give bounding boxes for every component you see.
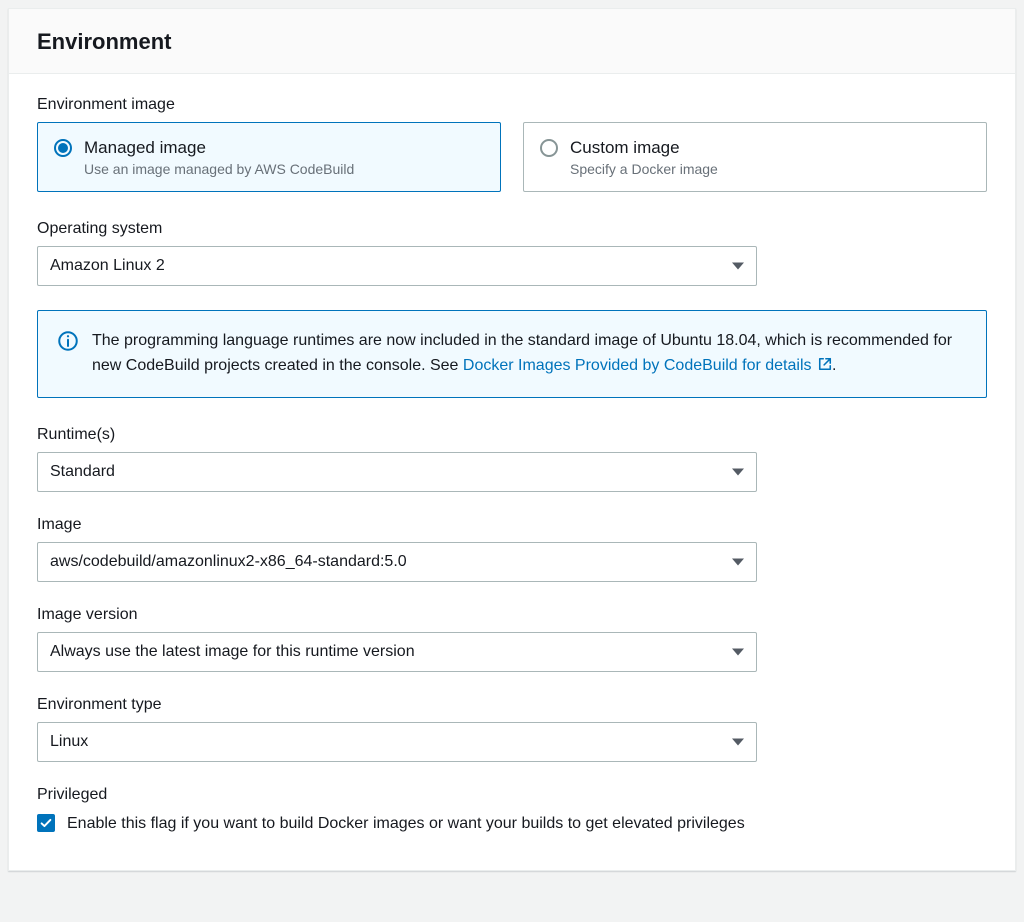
- caret-down-icon: [732, 738, 744, 745]
- image-select[interactable]: aws/codebuild/amazonlinux2-x86_64-standa…: [37, 542, 757, 582]
- operating-system-select[interactable]: Amazon Linux 2: [37, 246, 757, 286]
- environment-image-radios: Managed image Use an image managed by AW…: [37, 122, 987, 192]
- runtime-value: Standard: [50, 463, 115, 481]
- image-label: Image: [37, 516, 987, 534]
- managed-image-desc: Use an image managed by AWS CodeBuild: [84, 161, 354, 177]
- docker-images-link[interactable]: Docker Images Provided by CodeBuild for …: [463, 357, 832, 374]
- radio-unselected-icon: [540, 139, 558, 157]
- runtime-select[interactable]: Standard: [37, 452, 757, 492]
- image-version-group: Image version Always use the latest imag…: [37, 606, 987, 672]
- privileged-group: Privileged Enable this flag if you want …: [37, 786, 987, 836]
- image-version-label: Image version: [37, 606, 987, 624]
- panel-title: Environment: [37, 29, 987, 55]
- environment-type-group: Environment type Linux: [37, 696, 987, 762]
- external-link-icon: [818, 355, 832, 369]
- environment-type-label: Environment type: [37, 696, 987, 714]
- image-group: Image aws/codebuild/amazonlinux2-x86_64-…: [37, 516, 987, 582]
- caret-down-icon: [732, 468, 744, 475]
- caret-down-icon: [732, 263, 744, 270]
- radio-selected-icon: [54, 139, 72, 157]
- image-value: aws/codebuild/amazonlinux2-x86_64-standa…: [50, 553, 407, 571]
- managed-image-title: Managed image: [84, 137, 354, 159]
- info-alert: The programming language runtimes are no…: [37, 310, 987, 398]
- custom-image-desc: Specify a Docker image: [570, 161, 718, 177]
- operating-system-value: Amazon Linux 2: [50, 257, 165, 275]
- operating-system-label: Operating system: [37, 220, 987, 238]
- environment-panel: Environment Environment image Managed im…: [8, 8, 1016, 871]
- privileged-text: Enable this flag if you want to build Do…: [67, 812, 745, 836]
- info-period: .: [832, 357, 836, 374]
- managed-image-radio[interactable]: Managed image Use an image managed by AW…: [37, 122, 501, 192]
- privileged-checkbox[interactable]: [37, 814, 55, 832]
- privileged-label: Privileged: [37, 786, 987, 804]
- operating-system-group: Operating system Amazon Linux 2: [37, 220, 987, 286]
- image-version-select[interactable]: Always use the latest image for this run…: [37, 632, 757, 672]
- caret-down-icon: [732, 558, 744, 565]
- environment-type-select[interactable]: Linux: [37, 722, 757, 762]
- environment-image-group: Environment image Managed image Use an i…: [37, 96, 987, 192]
- environment-image-label: Environment image: [37, 96, 987, 114]
- panel-body: Environment image Managed image Use an i…: [9, 74, 1015, 870]
- runtime-group: Runtime(s) Standard: [37, 426, 987, 492]
- info-icon: [58, 331, 78, 351]
- info-text: The programming language runtimes are no…: [92, 329, 964, 379]
- panel-header: Environment: [9, 9, 1015, 74]
- runtime-label: Runtime(s): [37, 426, 987, 444]
- privileged-checkbox-row: Enable this flag if you want to build Do…: [37, 812, 987, 836]
- image-version-value: Always use the latest image for this run…: [50, 643, 415, 661]
- custom-image-radio[interactable]: Custom image Specify a Docker image: [523, 122, 987, 192]
- custom-image-title: Custom image: [570, 137, 718, 159]
- caret-down-icon: [732, 648, 744, 655]
- check-icon: [39, 816, 53, 830]
- environment-type-value: Linux: [50, 733, 88, 751]
